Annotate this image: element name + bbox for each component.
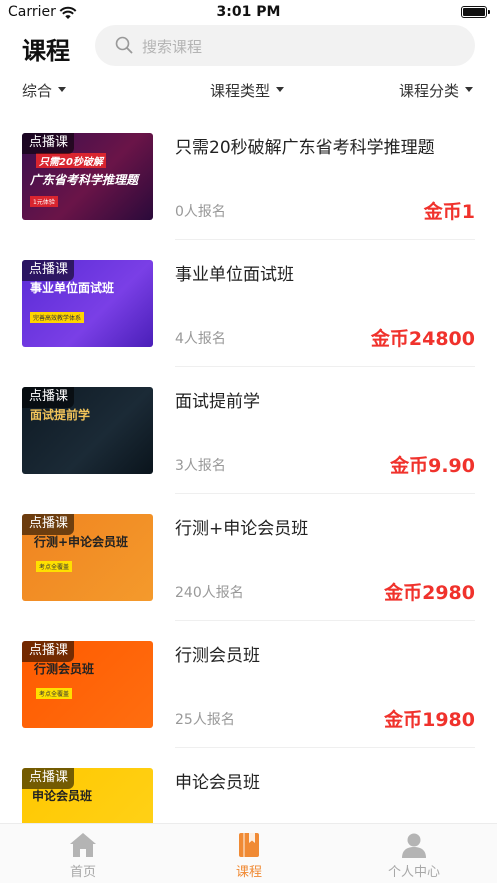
enrolled-count: 4人报名 — [175, 331, 226, 347]
search-icon — [115, 36, 133, 58]
course-item[interactable]: 只需20秒破解 广东省考科学推理题 1元体验 点播课 只需20秒破解广东省考科学… — [0, 113, 497, 240]
course-title: 行测会员班 — [175, 646, 260, 666]
course-thumbnail: 面试提前学 点播课 — [22, 387, 153, 474]
course-thumbnail: 行测+申论会员班 考点全覆盖 点播课 — [22, 514, 153, 601]
home-icon — [69, 832, 97, 862]
course-item[interactable]: 行测会员班 考点全覆盖 点播课 行测会员班 25人报名 金币1980 — [0, 621, 497, 748]
course-price: 金币1 — [423, 201, 475, 223]
course-price: 金币2980 — [384, 582, 475, 604]
course-tag: 点播课 — [22, 514, 75, 535]
battery-icon — [461, 6, 490, 18]
tab-home[interactable]: 首页 — [0, 824, 166, 883]
tab-courses[interactable]: 课程 — [166, 824, 332, 883]
course-thumbnail: 申论会员班 点播课 — [22, 768, 153, 823]
tab-courses-label: 课程 — [235, 865, 262, 880]
filter-course-type[interactable]: 课程类型 — [210, 80, 285, 101]
header: 课程 搜索课程 — [0, 25, 497, 67]
course-title: 只需20秒破解广东省考科学推理题 — [175, 138, 435, 158]
course-thumbnail: 事业单位面试班 完善高效教学体系 点播课 — [22, 260, 153, 347]
course-title: 行测+申论会员班 — [175, 519, 309, 539]
filter-bar: 综合 课程类型 课程分类 — [0, 78, 497, 104]
banner-title: 行测会员班 — [34, 662, 95, 676]
filter-sort[interactable]: 综合 — [22, 80, 67, 101]
status-bar: Carrier 3:01 PM — [0, 0, 497, 26]
banner-title: 面试提前学 — [30, 408, 91, 422]
caret-down-icon — [58, 87, 67, 92]
course-title: 事业单位面试班 — [175, 265, 294, 285]
banner-subtitle: 只需20秒破解 — [36, 153, 106, 168]
banner-title: 广东省考科学推理题 — [30, 173, 139, 187]
caret-down-icon — [276, 87, 285, 92]
tab-profile-label: 个人中心 — [387, 865, 440, 880]
tab-bar: 首页 课程 个人中心 — [0, 823, 497, 883]
course-price: 金币9.90 — [390, 455, 475, 477]
course-thumbnail: 行测会员班 考点全覆盖 点播课 — [22, 641, 153, 728]
book-icon — [236, 832, 262, 862]
banner-title: 申论会员班 — [32, 789, 93, 803]
course-item[interactable]: 申论会员班 点播课 申论会员班 — [0, 748, 497, 823]
enrolled-count: 3人报名 — [175, 458, 226, 474]
course-tag: 点播课 — [22, 768, 75, 789]
course-title: 申论会员班 — [175, 773, 260, 793]
clock: 3:01 PM — [216, 4, 281, 20]
course-tag: 点播课 — [22, 387, 75, 408]
course-item[interactable]: 事业单位面试班 完善高效教学体系 点播课 事业单位面试班 4人报名 金币2480… — [0, 240, 497, 367]
filter-course-type-label: 课程类型 — [210, 82, 271, 100]
course-thumbnail: 只需20秒破解 广东省考科学推理题 1元体验 点播课 — [22, 133, 153, 220]
course-price: 金币1980 — [384, 709, 475, 731]
tab-profile[interactable]: 个人中心 — [331, 824, 497, 883]
course-item[interactable]: 面试提前学 点播课 面试提前学 3人报名 金币9.90 — [0, 367, 497, 494]
search-placeholder: 搜索课程 — [142, 38, 203, 56]
course-item[interactable]: 行测+申论会员班 考点全覆盖 点播课 行测+申论会员班 240人报名 金币298… — [0, 494, 497, 621]
banner-ribbon: 考点全覆盖 — [36, 688, 73, 699]
tab-home-label: 首页 — [69, 865, 96, 880]
enrolled-count: 25人报名 — [175, 712, 235, 728]
caret-down-icon — [465, 87, 474, 92]
banner-ribbon: 1元体验 — [30, 196, 58, 207]
search-input[interactable]: 搜索课程 — [95, 25, 475, 66]
banner-title: 行测+申论会员班 — [34, 535, 129, 549]
banner-ribbon: 完善高效教学体系 — [30, 312, 85, 323]
enrolled-count: 240人报名 — [175, 585, 244, 601]
banner-ribbon: 考点全覆盖 — [36, 561, 73, 572]
course-tag: 点播课 — [22, 133, 75, 154]
course-price: 金币24800 — [370, 328, 475, 350]
course-tag: 点播课 — [22, 260, 75, 281]
banner-title: 事业单位面试班 — [30, 281, 115, 295]
person-icon — [401, 832, 427, 862]
course-tag: 点播课 — [22, 641, 75, 662]
enrolled-count: 0人报名 — [175, 204, 226, 220]
filter-sort-label: 综合 — [22, 82, 53, 100]
course-title: 面试提前学 — [175, 392, 260, 412]
page-title: 课程 — [22, 37, 70, 65]
course-list: 只需20秒破解 广东省考科学推理题 1元体验 点播课 只需20秒破解广东省考科学… — [0, 113, 497, 823]
filter-course-category[interactable]: 课程分类 — [399, 80, 474, 101]
filter-course-category-label: 课程分类 — [399, 82, 460, 100]
